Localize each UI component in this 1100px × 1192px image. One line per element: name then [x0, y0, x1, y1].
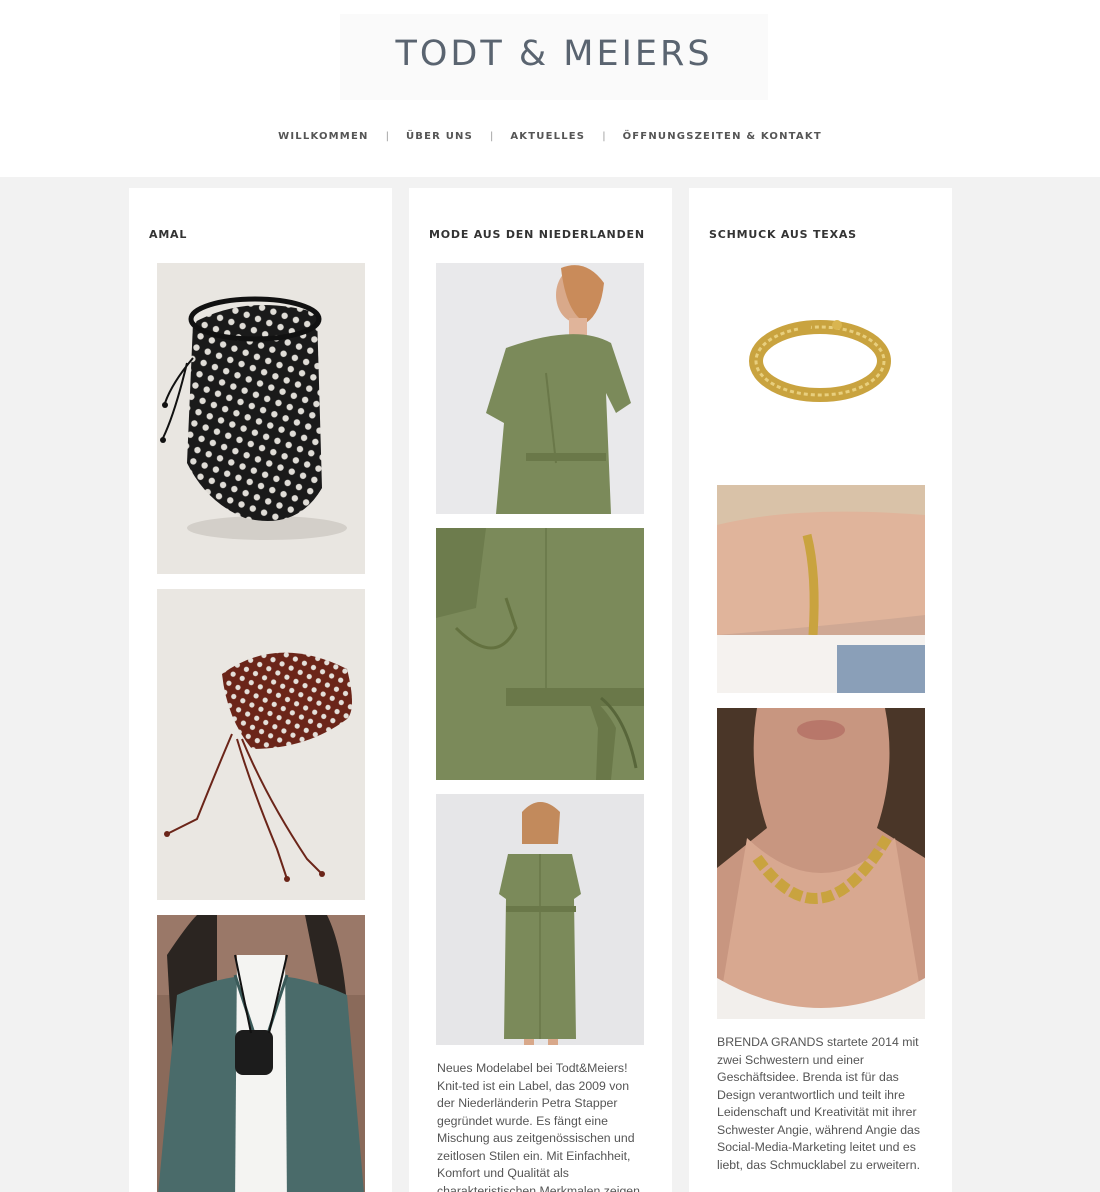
column-amal: AMAL [129, 188, 392, 1192]
gold-chain-necklace-image[interactable] [717, 708, 925, 1019]
brenda-grands-description-text: BRENDA GRANDS startete 2014 mit zwei Sch… [717, 1035, 921, 1172]
black-net-bag-image[interactable] [157, 263, 365, 574]
column-schmuck-texas: SCHMUCK AUS TEXAS BRENDA GRANDS startete… [689, 188, 952, 1192]
brown-net-bag-image[interactable] [157, 589, 365, 900]
logo-text[interactable]: TODT & MEIERS [340, 34, 768, 74]
logo[interactable]: TODT & MEIERS [340, 14, 768, 100]
knitted-description-text: Neues Modelabel bei Todt&Meiers! Knit-te… [437, 1061, 640, 1192]
teal-blazer-model-image[interactable] [157, 915, 365, 1192]
nav-item-oeffnungszeiten-kontakt[interactable]: ÖFFNUNGSZEITEN & KONTAKT [623, 131, 822, 142]
main-nav: WILLKOMMEN | ÜBER UNS | AKTUELLES | ÖFFNUNGSZE… [0, 131, 1100, 142]
nav-item-willkommen[interactable]: WILLKOMMEN [278, 131, 368, 142]
column-mode-niederlande: MODE AUS DEN NIEDERLANDEN Neues Modelabe… [409, 188, 672, 1192]
nav-item-ueber-uns[interactable]: ÜBER UNS [406, 131, 473, 142]
site-header: TODT & MEIERS WILLKOMMEN | ÜBER UNS | AKTUEL… [0, 0, 1100, 177]
column-title: AMAL [149, 228, 188, 241]
nav-separator: | [602, 131, 606, 142]
gold-cuff-wrist-image[interactable] [717, 485, 925, 693]
nav-separator: | [489, 131, 494, 142]
olive-dress-belt-image[interactable] [436, 528, 644, 780]
column-title: MODE AUS DEN NIEDERLANDEN [429, 228, 645, 241]
nav-item-aktuelles[interactable]: AKTUELLES [510, 131, 585, 142]
gold-chain-bracelet-image[interactable] [717, 263, 925, 470]
nav-separator: | [385, 131, 389, 142]
olive-dress-back-image[interactable] [436, 263, 644, 514]
column-title: SCHMUCK AUS TEXAS [709, 228, 857, 241]
olive-dress-front-image[interactable] [436, 794, 644, 1045]
